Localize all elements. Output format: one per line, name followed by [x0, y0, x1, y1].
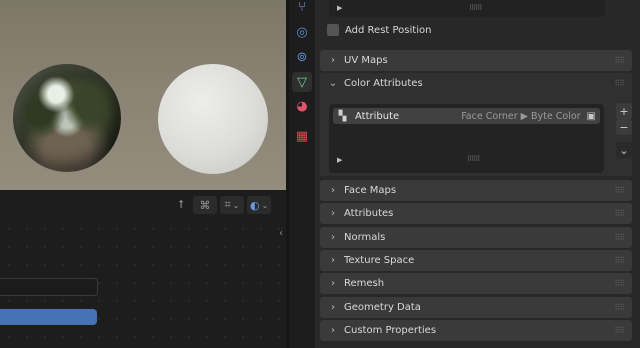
constraint-icon: ⑂: [298, 0, 306, 15]
panel-header[interactable]: ⌄ Color Attributes ⠿⠿: [320, 73, 632, 94]
add-rest-position-row[interactable]: Add Rest Position: [327, 24, 431, 36]
texture-tab[interactable]: ▦: [292, 126, 312, 146]
overlay-icon: ◐: [250, 198, 260, 212]
chevron-down-icon: ⌄: [619, 143, 629, 157]
mesh-data-tab[interactable]: ▽: [292, 72, 312, 92]
panel-title: Attributes: [344, 208, 394, 219]
chevron-right-icon: ›: [331, 302, 335, 313]
resize-grip-icon[interactable]: ⠿⠿⠿: [469, 4, 482, 12]
snap-icon: ⌘: [199, 198, 211, 212]
expand-triangle-icon[interactable]: ▶: [337, 156, 342, 164]
particles-tab[interactable]: ⊚: [292, 47, 312, 67]
properties-editor: ▶ ⠿⠿⠿ Add Rest Position › UV Maps ⠿⠿ ⌄ C…: [315, 0, 640, 348]
add-color-attribute-button[interactable]: +: [616, 103, 632, 119]
viewport-toolbar: ⭡ ⌘ ⌗ ⌄ ◐ ⌄: [172, 196, 272, 214]
panel-geometry-data[interactable]: › Geometry Data ⠿⠿: [320, 297, 632, 318]
material-icon: ◕: [296, 98, 308, 114]
panel-title: UV Maps: [344, 55, 388, 66]
drag-grip-icon[interactable]: ⠿⠿: [614, 209, 625, 218]
chevron-down-icon: ⌄: [328, 78, 338, 89]
cursor-icon[interactable]: ⭡: [172, 196, 190, 214]
shape-key-list[interactable]: ▶ ⠿⠿⠿: [329, 0, 605, 17]
selected-field[interactable]: [0, 309, 97, 325]
drag-grip-icon[interactable]: ⠿⠿: [614, 303, 625, 312]
drag-grip-icon[interactable]: ⠿⠿: [614, 56, 625, 65]
color-attribute-specials-button[interactable]: ⌄: [616, 142, 632, 158]
mesh-data-icon: ▽: [297, 74, 307, 90]
material-preview-viewport[interactable]: [0, 0, 286, 190]
diffuse-sphere: [158, 64, 268, 174]
drag-grip-icon[interactable]: ⠿⠿: [614, 279, 625, 288]
color-attribute-list[interactable]: ▚ Attribute Face Corner ▶ Byte Color ▣ ▶…: [329, 104, 604, 173]
panel-texture-space[interactable]: › Texture Space ⠿⠿: [320, 250, 632, 271]
plus-icon: +: [619, 104, 629, 118]
attribute-name[interactable]: Attribute: [355, 111, 399, 122]
minus-icon: −: [619, 120, 629, 134]
remove-color-attribute-button[interactable]: −: [616, 119, 632, 135]
render-camera-icon[interactable]: ▣: [587, 111, 596, 122]
panel-remesh[interactable]: › Remesh ⠿⠿: [320, 273, 632, 294]
panel-color-attributes: ⌄ Color Attributes ⠿⠿ ▚ Attribute Face C…: [320, 73, 632, 176]
grid-icon: ⌗: [224, 198, 231, 211]
panel-face-maps[interactable]: › Face Maps ⠿⠿: [320, 180, 632, 201]
physics-tab[interactable]: ◎: [292, 22, 312, 42]
panel-title: Normals: [344, 232, 386, 243]
chevron-down-icon: ⌄: [232, 200, 240, 210]
resize-grip-icon[interactable]: ⠿⠿⠿: [467, 155, 480, 163]
panel-normals[interactable]: › Normals ⠿⠿: [320, 227, 632, 248]
panel-title: Remesh: [344, 278, 385, 289]
hdri-reflection-sphere: [13, 64, 121, 172]
snap-toggle[interactable]: ⌘: [193, 196, 217, 214]
chevron-right-icon: ›: [331, 208, 335, 219]
chevron-right-icon: ›: [331, 278, 335, 289]
drag-grip-icon[interactable]: ⠿⠿: [614, 233, 625, 242]
chevron-right-icon: ›: [331, 255, 335, 266]
add-rest-position-checkbox[interactable]: [327, 24, 339, 36]
panel-title: Custom Properties: [344, 325, 437, 336]
particles-icon: ⊚: [296, 49, 308, 65]
panel-attributes[interactable]: › Attributes ⠿⠿: [320, 203, 632, 224]
overlay-dropdown[interactable]: ◐ ⌄: [247, 196, 272, 214]
color-attribute-icon: ▚: [338, 110, 347, 122]
chevron-down-icon: ⌄: [261, 200, 269, 210]
properties-tab-bar: ⑂ ◎ ⊚ ▽ ◕ ▦: [289, 0, 315, 348]
chevron-right-icon: ›: [331, 55, 335, 66]
drag-grip-icon[interactable]: ⠿⠿: [614, 79, 625, 88]
text-field[interactable]: [0, 278, 98, 296]
panel-title: Color Attributes: [344, 78, 423, 89]
texture-icon: ▦: [295, 128, 309, 144]
panel-title: Texture Space: [344, 255, 415, 266]
expand-triangle-icon[interactable]: ▶: [337, 4, 342, 12]
physics-icon: ◎: [296, 24, 308, 40]
grid-dropdown[interactable]: ⌗ ⌄: [220, 196, 244, 214]
chevron-right-icon: ›: [331, 325, 335, 336]
list-item[interactable]: ▚ Attribute Face Corner ▶ Byte Color ▣: [333, 108, 600, 124]
panel-custom-properties[interactable]: › Custom Properties ⠿⠿: [320, 320, 632, 341]
panel-title: Face Maps: [344, 185, 397, 196]
add-rest-position-label: Add Rest Position: [345, 24, 432, 36]
panel-title: Geometry Data: [344, 302, 421, 313]
constraint-tab[interactable]: ⑂: [292, 0, 312, 17]
drag-grip-icon[interactable]: ⠿⠿: [614, 256, 625, 265]
drag-grip-icon[interactable]: ⠿⠿: [614, 186, 625, 195]
chevron-right-icon: ›: [331, 185, 335, 196]
panel-uv-maps[interactable]: › UV Maps ⠿⠿: [320, 50, 632, 71]
material-tab[interactable]: ◕: [292, 96, 312, 116]
drag-grip-icon[interactable]: ⠿⠿: [614, 326, 625, 335]
chevron-right-icon: ›: [331, 232, 335, 243]
attribute-domain: Face Corner ▶ Byte Color: [461, 110, 581, 122]
sidebar-toggle-icon[interactable]: ‹: [279, 228, 283, 239]
